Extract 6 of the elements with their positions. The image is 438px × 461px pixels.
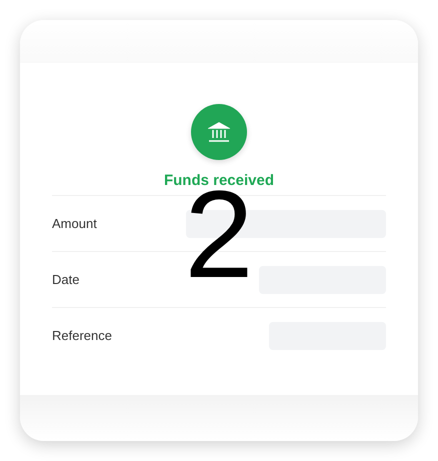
detail-label: Reference — [52, 328, 112, 343]
step-number: 2 — [184, 190, 254, 280]
detail-label: Amount — [52, 216, 97, 231]
bank-icon — [191, 104, 247, 160]
status-title: Funds received — [164, 172, 274, 190]
detail-label: Date — [52, 272, 80, 287]
